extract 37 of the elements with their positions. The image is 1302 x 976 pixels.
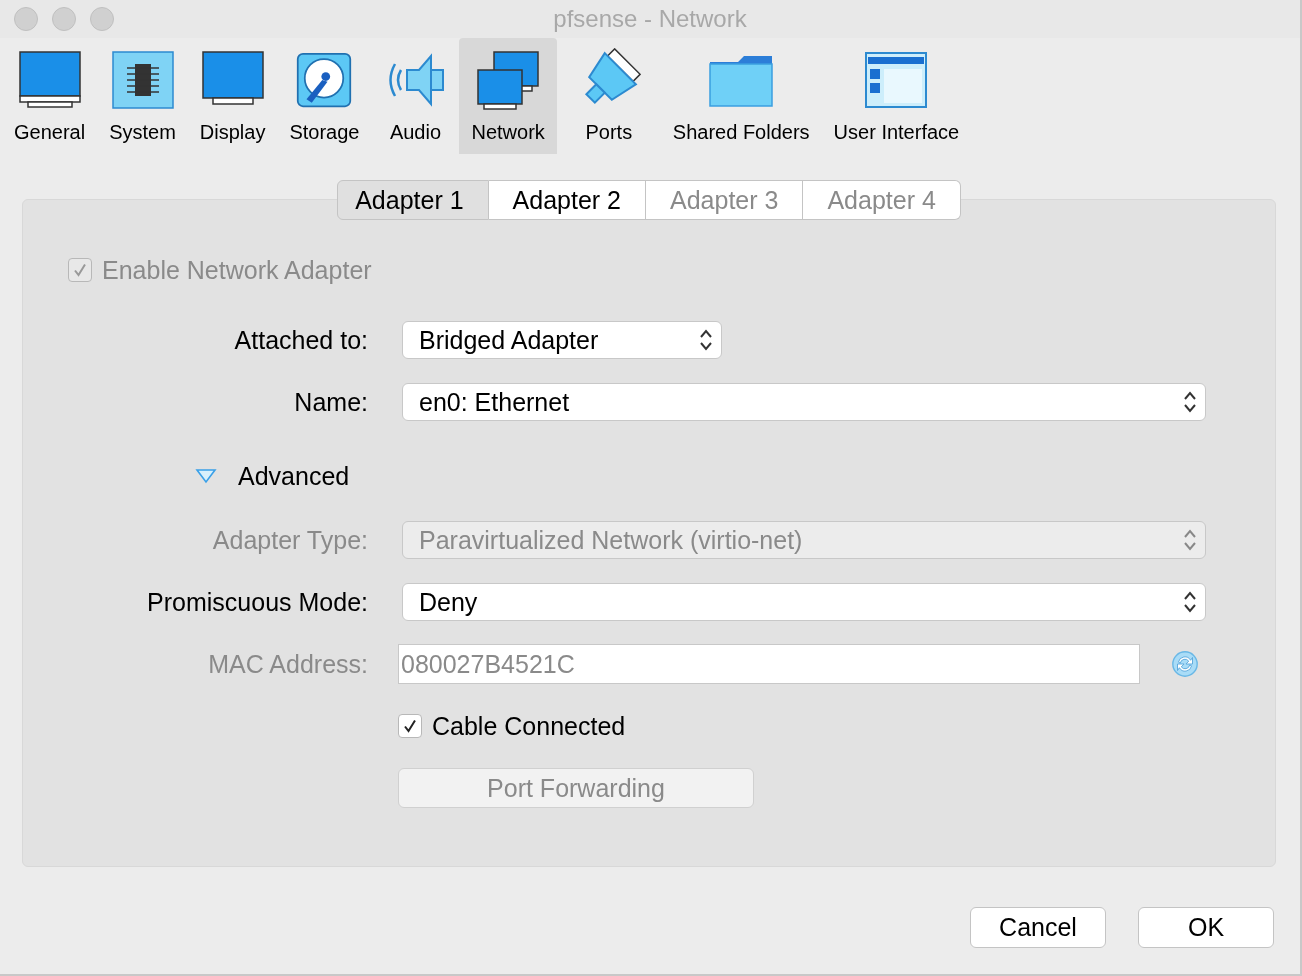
field-label: MAC Address: [207,649,368,679]
toolbar-item[interactable]: Display [187,38,278,154]
chevron-icon [699,328,713,352]
disclosure-toggle[interactable]: Advanced [195,461,350,491]
chevron-icon [1183,390,1197,414]
window-control[interactable] [52,7,76,31]
dropdown[interactable]: en0: Ethernet [402,383,1206,421]
toolbar-item[interactable]: General [2,38,98,154]
checkbox-label: Cable Connected [432,711,626,741]
field-label: Name: [293,387,368,417]
chevron-icon [1183,590,1197,614]
toolbar-item[interactable]: User Interface [821,38,972,154]
window-title: pfsense - Network [553,5,747,33]
toolbar-item[interactable]: Audio [371,38,460,154]
dialog-button[interactable]: Cancel [970,907,1106,948]
toolbar-item[interactable]: Storage [277,38,372,154]
dropdown[interactable]: Bridged Adapter [402,321,722,359]
checkmark-icon [402,718,418,734]
field-label: Attached to: [233,325,368,355]
checkbox[interactable] [398,714,422,738]
field-label: Adapter Type: [211,525,368,555]
triangle-icon [195,468,217,484]
checkbox-label: Enable Network Adapter [102,255,372,285]
adapter-tab[interactable]: Adapter 1 [337,180,489,220]
toolbar-item[interactable]: System [97,38,188,154]
dropdown[interactable]: Deny [402,583,1206,621]
checkmark-icon [72,262,88,278]
refresh-icon[interactable] [1170,649,1200,679]
window-control[interactable] [90,7,114,31]
dialog-button[interactable]: OK [1138,907,1274,948]
window-control[interactable] [14,7,38,31]
field-label: Promiscuous Mode: [146,587,368,617]
toolbar-item[interactable]: Ports [556,38,661,154]
chevron-icon [1183,528,1197,552]
adapter-tab[interactable]: Adapter 2 [488,180,646,220]
toolbar-item[interactable]: Shared Folders [660,38,822,154]
toolbar-item[interactable]: Network [459,38,557,154]
